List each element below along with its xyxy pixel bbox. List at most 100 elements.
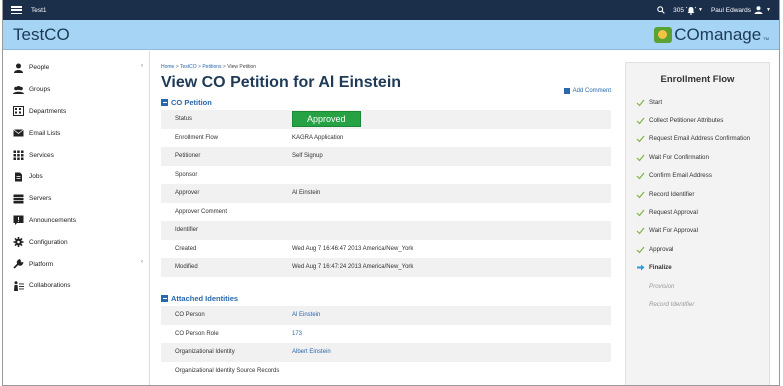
- server-icon: [12, 194, 24, 204]
- chevron-down-icon: ▼: [697, 7, 703, 13]
- section-title: CO Petition: [171, 98, 212, 107]
- field-label: CO Person Role: [175, 330, 219, 337]
- breadcrumb-co[interactable]: TestCO: [180, 64, 197, 70]
- chevron-left-icon: ‹: [141, 259, 143, 266]
- top-bar: Test1 305 ▼ Paul Edwards ▼: [3, 0, 779, 20]
- table-row: Modified Wed Aug 7 16:47:24 2013 America…: [161, 258, 611, 277]
- sidebar-item-label: Jobs: [29, 173, 43, 181]
- flow-step-label: Finalize: [649, 264, 672, 272]
- alarm-bell-icon: [685, 6, 696, 15]
- collapse-icon[interactable]: [161, 99, 168, 106]
- flow-step: Record Identifier: [626, 185, 769, 203]
- flow-step: Collect Petitioner Attributes: [626, 111, 769, 129]
- notification-count: 305: [673, 6, 684, 14]
- document-icon: [12, 172, 24, 182]
- check-icon: [636, 190, 645, 199]
- sidebar-item-people[interactable]: People ‹: [3, 57, 149, 79]
- comanage-logo: COmanage TM: [654, 25, 769, 45]
- org-identity-link[interactable]: Albert Einstein: [292, 349, 611, 355]
- breadcrumb-home[interactable]: Home: [161, 64, 174, 70]
- sidebar-item-label: Configuration: [29, 238, 68, 246]
- sidebar-item-label: Email Lists: [29, 129, 61, 137]
- sidebar-item-departments[interactable]: Departments: [3, 101, 149, 123]
- chevron-down-icon: ▼: [766, 7, 771, 13]
- attached-identities-section-header[interactable]: Attached Identities: [161, 294, 611, 303]
- sidebar-item-platform[interactable]: Platform ‹: [3, 253, 149, 275]
- flow-step-label: Record Identifier: [649, 190, 695, 198]
- collaborations-icon: [12, 281, 24, 291]
- hamburger-menu-icon[interactable]: [11, 6, 22, 14]
- sidebar-item-jobs[interactable]: Jobs: [3, 166, 149, 188]
- main-content: Home > TestCO > Petitions > View Petitio…: [151, 51, 619, 385]
- comanage-logo-icon: [654, 26, 673, 43]
- enrollment-flow-panel: Enrollment Flow Start Collect Petitioner…: [625, 62, 770, 385]
- table-row: Approver Al Einstein: [161, 184, 611, 203]
- field-label: Approver: [175, 190, 200, 197]
- field-label: Identifier: [175, 227, 199, 234]
- table-row: CO Person Role 173: [161, 325, 611, 344]
- field-label: Organizational Identity: [175, 349, 235, 356]
- brand-bar: TestCO COmanage TM: [3, 20, 779, 50]
- section-title: Attached Identities: [171, 294, 239, 303]
- sidebar-item-announcements[interactable]: Announcements: [3, 210, 149, 232]
- check-icon: [636, 98, 645, 107]
- sidebar-item-collaborations[interactable]: Collaborations: [3, 275, 149, 297]
- co-petition-section-header[interactable]: CO Petition: [161, 98, 611, 107]
- add-comment-label: Add Comment: [572, 88, 611, 94]
- sidebar-nav: People ‹ Groups Departments Email Lists …: [3, 51, 150, 385]
- envelope-icon: [12, 128, 24, 138]
- field-value: Wed Aug 7 16:46:47 2013 America/New_York: [292, 245, 414, 252]
- breadcrumb-separator: >: [198, 64, 201, 70]
- flow-step-pending: Record Identifier: [626, 295, 769, 313]
- check-icon: [636, 245, 645, 254]
- gear-icon: [12, 237, 24, 248]
- collaboration-title: Test1: [31, 6, 47, 14]
- add-comment-button[interactable]: Add Comment: [563, 88, 611, 94]
- wrench-icon: [12, 259, 24, 269]
- field-value: Approved: [292, 111, 611, 128]
- field-label: Sponsor: [175, 171, 198, 178]
- flow-step: Request Email Address Confirmation: [626, 130, 769, 148]
- field-value: Wed Aug 7 16:47:24 2013 America/New_York: [292, 264, 414, 271]
- field-value: Al Einstein: [292, 190, 321, 197]
- co-petition-section: CO Petition Status Approved Enrollment F…: [161, 98, 611, 277]
- flow-step: Approval: [626, 240, 769, 258]
- search-icon[interactable]: [657, 6, 665, 14]
- sidebar-item-label: People: [29, 64, 50, 72]
- co-person-role-link[interactable]: 173: [292, 331, 611, 337]
- co-person-link[interactable]: Al Einstein: [292, 312, 611, 318]
- table-row: Identifier: [161, 221, 611, 240]
- field-label: CO Person: [175, 312, 205, 319]
- flow-step-label: Start: [649, 98, 663, 106]
- status-badge: Approved: [292, 111, 361, 128]
- table-row: Created Wed Aug 7 16:46:47 2013 America/…: [161, 240, 611, 259]
- breadcrumb-current: View Petition: [227, 64, 257, 70]
- flow-step: Request Approval: [626, 203, 769, 221]
- flow-step-label: Record Identifier: [649, 300, 695, 308]
- notifications-button[interactable]: 305 ▼: [673, 6, 703, 15]
- sidebar-item-servers[interactable]: Servers: [3, 188, 149, 210]
- table-row: Organizational Identity Source Records: [161, 362, 611, 381]
- flow-step-label: Confirm Email Address: [649, 172, 712, 180]
- check-icon: [636, 171, 645, 180]
- sidebar-item-services[interactable]: Services: [3, 144, 149, 166]
- breadcrumb-petitions[interactable]: Petitions: [202, 64, 221, 70]
- sidebar-item-email-lists[interactable]: Email Lists: [3, 122, 149, 144]
- sidebar-item-label: Collaborations: [29, 282, 71, 290]
- person-icon: [12, 63, 24, 73]
- field-label: Approver Comment: [175, 208, 228, 215]
- attached-identities-table: CO Person Al Einstein CO Person Role 173…: [161, 306, 611, 380]
- field-value: Self Signup: [292, 153, 323, 160]
- flow-step-label: Request Approval: [649, 209, 698, 217]
- logo-trademark: TM: [763, 35, 769, 41]
- sidebar-item-configuration[interactable]: Configuration: [3, 231, 149, 253]
- user-menu-button[interactable]: Paul Edwards ▼: [711, 6, 771, 14]
- building-icon: [12, 106, 24, 117]
- sidebar-item-groups[interactable]: Groups: [3, 79, 149, 101]
- breadcrumb: Home > TestCO > Petitions > View Petitio…: [161, 64, 619, 70]
- collapse-icon[interactable]: [161, 295, 168, 302]
- flow-step-current: Finalize: [626, 259, 769, 277]
- flow-step-label: Request Email Address Confirmation: [649, 135, 751, 143]
- field-label: Petitioner: [175, 153, 201, 160]
- table-row: Petitioner Self Signup: [161, 147, 611, 166]
